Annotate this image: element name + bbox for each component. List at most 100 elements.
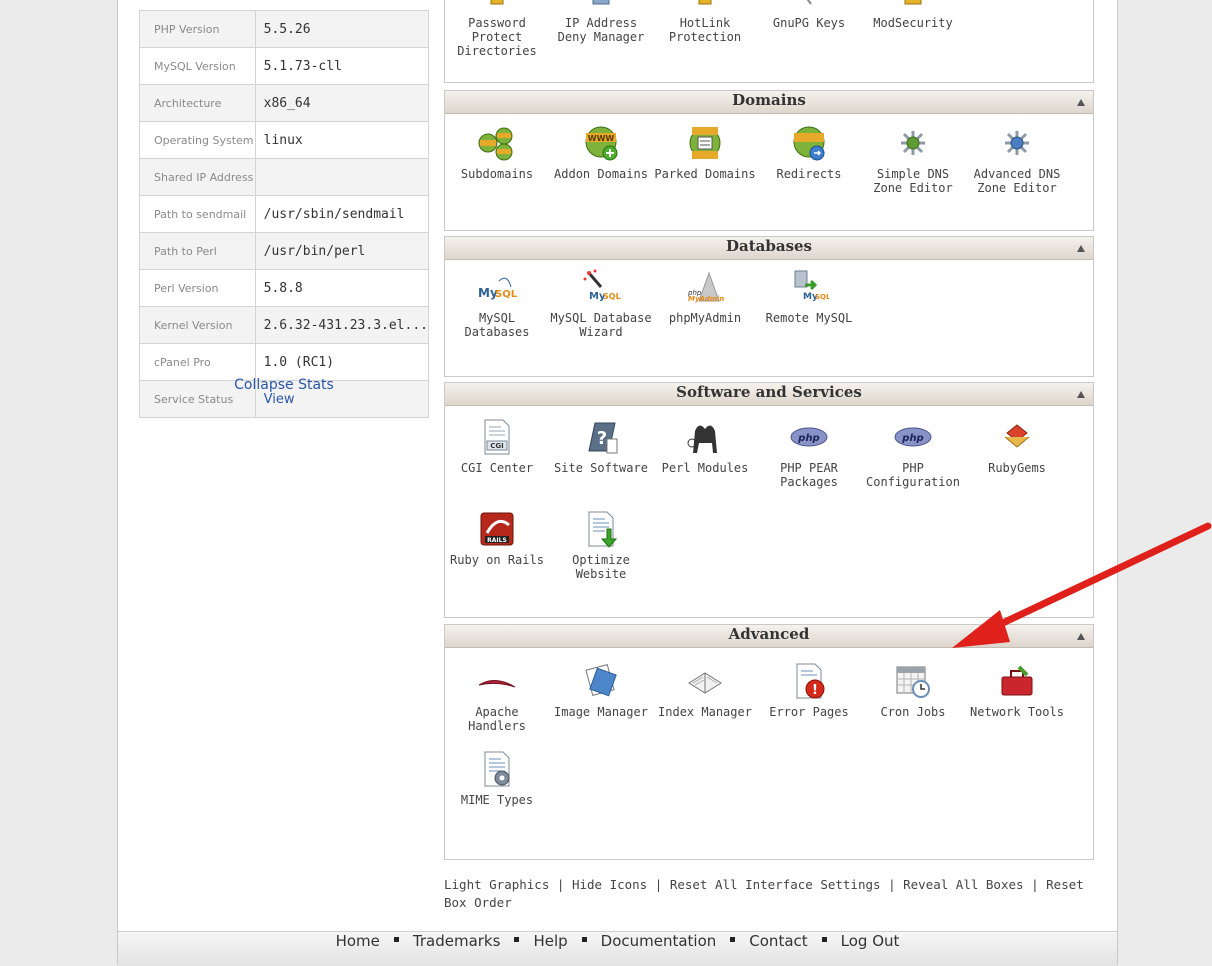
stat-label: Kernel Version — [139, 306, 256, 344]
rails-icon: RAILS — [477, 509, 517, 549]
stat-value: 5.1.73-cll — [254, 47, 430, 85]
box-title: Databases — [725, 237, 812, 255]
perl-modules-item[interactable]: Perl Modules — [653, 417, 757, 475]
software-services-header[interactable]: Software and Services — [445, 383, 1093, 406]
network-tools-item[interactable]: Network Tools — [965, 661, 1069, 719]
php-configuration-item[interactable]: php PHP Configuration — [861, 417, 965, 489]
error-pages-item[interactable]: ! Error Pages — [757, 661, 861, 719]
password-protect-directories-item[interactable]: Password Protect Directories — [445, 0, 549, 58]
stats-row: Kernel Version 2.6.32-431.23.3.el... — [139, 306, 430, 344]
svg-text:CGI: CGI — [490, 442, 504, 450]
mysql-database-wizard-item[interactable]: My SQL MySQL Database Wizard — [549, 267, 653, 339]
item-label: CGI Center — [460, 461, 534, 475]
domains-header[interactable]: Domains — [445, 91, 1093, 114]
cgi-icon: CGI — [477, 417, 517, 457]
stat-value: 2.6.32-431.23.3.el... — [254, 306, 430, 344]
bullet-separator — [514, 937, 520, 942]
stats-row: MySQL Version 5.1.73-cll — [139, 47, 430, 85]
apache-feather-icon — [477, 661, 517, 701]
hotlink-protection-item[interactable]: HotLink Protection — [653, 0, 757, 44]
subdomains-icon — [477, 123, 517, 163]
cron-jobs-item[interactable]: Cron Jobs — [861, 661, 965, 719]
apache-handlers-item[interactable]: Apache Handlers — [445, 661, 549, 733]
interface-settings-links: Light Graphics | Hide Icons | Reset All … — [444, 876, 1092, 912]
reset-interface-link[interactable]: Reset All Interface Settings — [670, 877, 881, 892]
php-pear-icon: php — [789, 417, 829, 457]
svg-text:SQL: SQL — [495, 289, 517, 300]
reveal-all-boxes-link[interactable]: Reveal All Boxes — [903, 877, 1023, 892]
parked-domains-item[interactable]: Parked Domains — [653, 123, 757, 181]
mysql-databases-item[interactable]: My SQL MySQL Databases — [445, 267, 549, 339]
php-pear-packages-item[interactable]: php PHP PEAR Packages — [757, 417, 861, 489]
index-manager-item[interactable]: Index Manager — [653, 661, 757, 719]
stat-value: x86_64 — [254, 84, 430, 122]
stats-row: Operating System linux — [139, 121, 430, 159]
item-label: PHP Configuration — [866, 461, 960, 489]
password-protect-icon — [477, 0, 517, 30]
redirects-item[interactable]: Redirects — [757, 123, 861, 181]
remote-mysql-item[interactable]: My SQL Remote MySQL — [757, 267, 861, 325]
collapse-triangle-icon[interactable] — [1077, 245, 1085, 252]
ruby-on-rails-item[interactable]: RAILS Ruby on Rails — [445, 509, 549, 567]
collapse-stats-link[interactable]: Collapse Stats — [139, 377, 429, 393]
stat-label: Perl Version — [139, 269, 256, 307]
modsecurity-item[interactable]: ModSecurity — [861, 0, 965, 30]
gnupg-icon — [789, 0, 829, 30]
collapse-triangle-icon[interactable] — [1077, 391, 1085, 398]
box-title: Domains — [732, 91, 806, 109]
hide-icons-link[interactable]: Hide Icons — [572, 877, 647, 892]
item-label: Network Tools — [970, 705, 1064, 719]
item-label: Subdomains — [460, 167, 534, 181]
databases-header[interactable]: Databases — [445, 237, 1093, 260]
simple-dns-zone-editor-item[interactable]: Simple DNS Zone Editor — [861, 123, 965, 195]
phpmyadmin-item[interactable]: php MyAdmin phpMyAdmin — [653, 267, 757, 325]
mime-types-item[interactable]: MIME Types — [445, 749, 549, 807]
item-label: Addon Domains — [554, 167, 648, 181]
bullet-separator — [393, 937, 399, 942]
stat-value: linux — [254, 121, 430, 159]
footer-logout-link[interactable]: Log Out — [841, 932, 900, 950]
item-label: Optimize Website — [572, 553, 630, 581]
rubygems-item[interactable]: RubyGems — [965, 417, 1069, 475]
mime-types-icon — [477, 749, 517, 789]
footer-trademarks-link[interactable]: Trademarks — [413, 932, 501, 950]
stats-row: Path to Perl/usr/bin/perl — [139, 232, 430, 270]
gnupg-keys-item[interactable]: GnuPG Keys — [757, 0, 861, 30]
footer-help-link[interactable]: Help — [533, 932, 567, 950]
svg-text:?: ? — [597, 428, 607, 449]
ip-deny-manager-item[interactable]: IP Address Deny Manager — [549, 0, 653, 44]
red-arrow-annotation — [952, 522, 1212, 648]
mysql-wizard-icon: My SQL — [581, 267, 621, 307]
footer-contact-link[interactable]: Contact — [749, 932, 807, 950]
stat-label: cPanel Pro — [139, 343, 256, 381]
advanced-dns-zone-editor-item[interactable]: Advanced DNS Zone Editor — [965, 123, 1069, 195]
item-label: MIME Types — [460, 793, 534, 807]
stat-label: Path to Perl — [139, 232, 256, 270]
item-label: MySQL Databases — [464, 311, 530, 339]
stats-row: Architecture x86_64 — [139, 84, 430, 122]
subdomains-item[interactable]: Subdomains — [445, 123, 549, 181]
svg-text:SQL: SQL — [815, 293, 829, 301]
stat-value: /usr/bin/perl — [254, 232, 430, 270]
item-label: PHP PEAR Packages — [780, 461, 838, 489]
stats-row: Shared IP Address — [139, 158, 430, 196]
bullet-separator — [581, 937, 587, 942]
index-manager-icon — [685, 661, 725, 701]
site-software-item[interactable]: ? Site Software — [549, 417, 653, 475]
site-software-icon: ? — [581, 417, 621, 457]
addon-domains-item[interactable]: WWW Addon Domains — [549, 123, 653, 181]
footer-home-link[interactable]: Home — [336, 932, 380, 950]
item-label: Advanced DNS Zone Editor — [973, 167, 1061, 195]
svg-text:php: php — [901, 433, 923, 444]
optimize-website-item[interactable]: Optimize Website — [549, 509, 653, 581]
collapse-triangle-icon[interactable] — [1077, 99, 1085, 106]
stats-row: cPanel Pro 1.0 (RC1) — [139, 343, 430, 381]
footer-documentation-link[interactable]: Documentation — [601, 932, 717, 950]
stat-label: PHP Version — [139, 10, 256, 48]
light-graphics-link[interactable]: Light Graphics — [444, 877, 549, 892]
stat-value: 5.5.26 — [254, 10, 430, 48]
image-manager-item[interactable]: Image Manager — [549, 661, 653, 719]
cgi-center-item[interactable]: CGI CGI Center — [445, 417, 549, 475]
svg-text:SQL: SQL — [603, 292, 621, 301]
bullet-separator — [730, 937, 736, 942]
